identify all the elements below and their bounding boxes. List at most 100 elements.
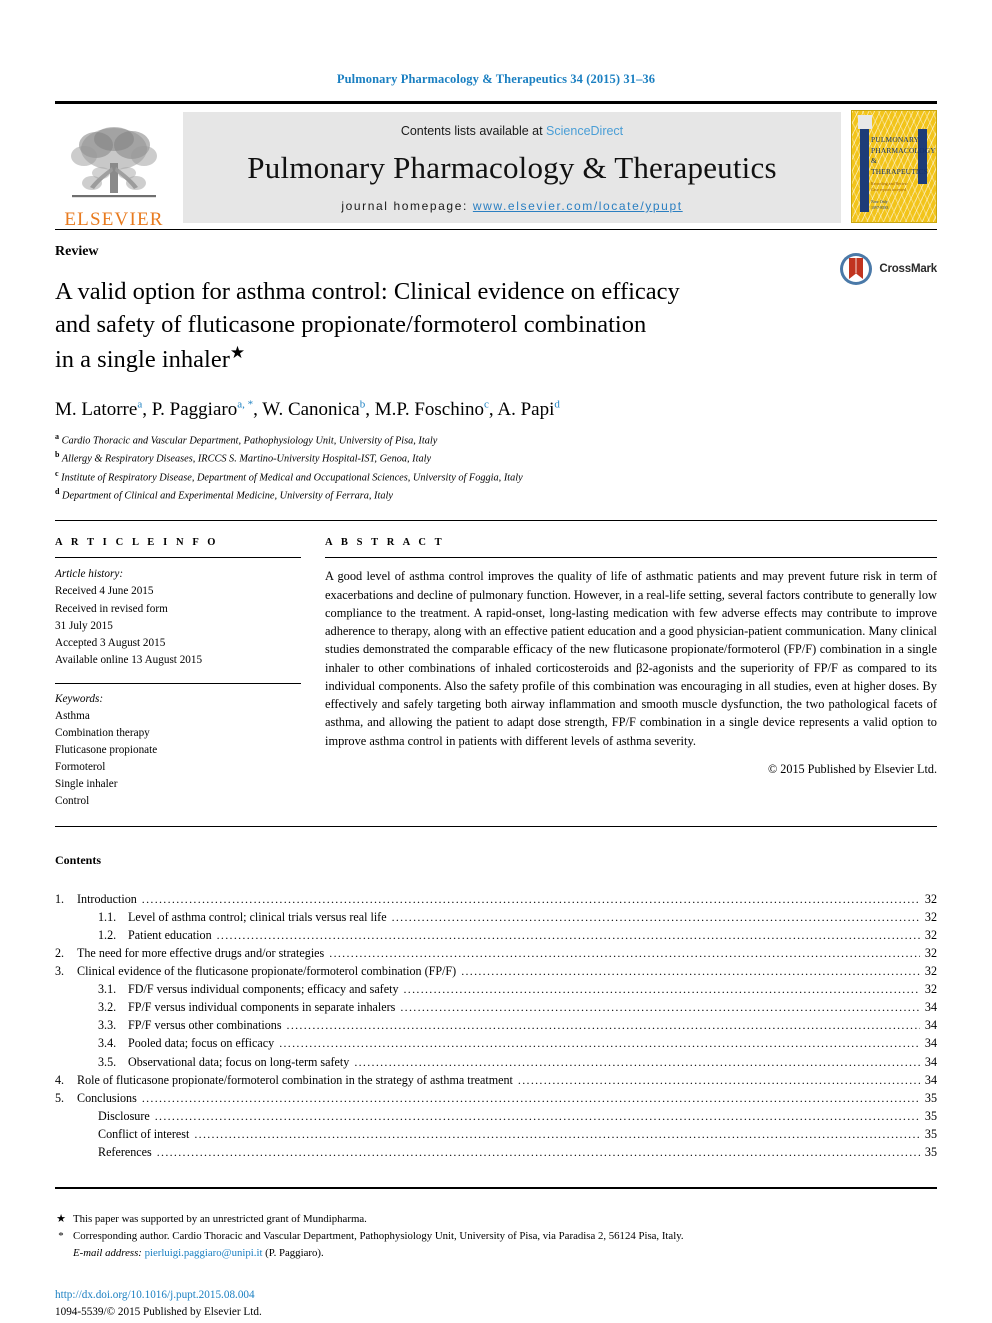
toc-number: 4. <box>55 1072 65 1087</box>
footnote-asterisk-mark: * <box>58 1229 64 1242</box>
author-affil-mark[interactable]: d <box>554 399 560 411</box>
toc-label: Conclusions <box>77 1090 137 1105</box>
toc-label: Conflict of interest <box>98 1126 190 1141</box>
affiliation-mark: b <box>55 450 60 460</box>
footnote-corresponding-author: * Corresponding author. Cardio Thoracic … <box>55 1228 937 1245</box>
toc-entry[interactable]: 1. Introduction ........................… <box>55 890 937 908</box>
page-title: A valid option for asthma control: Clini… <box>55 276 795 377</box>
toc-entry[interactable]: 1.2. Patient education .................… <box>55 926 937 944</box>
toc-entry[interactable]: 3.2. FP/F versus individual components i… <box>55 998 937 1016</box>
toc-leader-dots: ........................................… <box>403 983 921 996</box>
email-link[interactable]: pierluigi.paggiaro@unipi.it <box>145 1247 263 1259</box>
author-item: P. Paggiaroa, *, <box>152 399 263 420</box>
toc-number: 3. <box>55 964 65 979</box>
journal-homepage-line: journal homepage: www.elsevier.com/locat… <box>341 199 682 213</box>
journal-masthead: ELSEVIER Contents lists available at Sci… <box>55 101 937 229</box>
title-footnote-star: ★ <box>229 342 246 362</box>
article-info-column: A R T I C L E I N F O Article history: R… <box>55 537 301 809</box>
author-affil-mark[interactable]: a, * <box>237 399 253 411</box>
toc-number: 2. <box>55 945 65 960</box>
toc-page-number: 32 <box>924 909 937 924</box>
keyword-item: Control <box>55 794 90 807</box>
article-type-label: Review <box>55 244 99 259</box>
cover-title-line1: PULMONARY <box>871 135 920 144</box>
toc-entry[interactable]: 3.3. FP/F versus other combinations ....… <box>55 1016 937 1034</box>
title-line-3: in a single inhaler <box>55 345 230 373</box>
toc-entry[interactable]: 2. The need for more effective drugs and… <box>55 944 937 962</box>
keyword-item: Formoterol <box>55 760 106 773</box>
toc-entry[interactable]: 3. Clinical evidence of the fluticasone … <box>55 962 937 980</box>
affiliation-mark: a <box>55 431 59 441</box>
toc-entry[interactable]: 1.1. Level of asthma control; clinical t… <box>55 908 937 926</box>
toc-page-number: 34 <box>924 1018 937 1033</box>
toc-entry[interactable]: Disclosure .............................… <box>55 1107 937 1125</box>
journal-title: Pulmonary Pharmacology & Therapeutics <box>247 150 777 186</box>
sciencedirect-link[interactable]: ScienceDirect <box>546 124 623 138</box>
toc-page-number: 35 <box>924 1144 937 1159</box>
toc-page-number: 35 <box>924 1090 937 1105</box>
crossmark-icon <box>840 253 873 285</box>
affiliation-list: a Cardio Thoracic and Vascular Departmen… <box>55 431 937 505</box>
elsevier-wordmark: ELSEVIER <box>64 209 164 230</box>
abstract-column: A B S T R A C T A good level of asthma c… <box>325 537 937 809</box>
keyword-item: Combination therapy <box>55 726 150 739</box>
keywords-label: Keywords: <box>55 692 104 705</box>
toc-leader-dots: ........................................… <box>194 1127 920 1140</box>
toc-label: Level of asthma control; clinical trials… <box>128 909 387 924</box>
cover-sub-line4: 1097-8583 <box>871 205 889 211</box>
footnote-corresponding-text: Corresponding author. Cardio Thoracic an… <box>73 1229 684 1242</box>
title-line-2: and safety of fluticasone propionate/for… <box>55 310 647 338</box>
cover-subtext: Recording and Review Case reports accept… <box>871 181 917 194</box>
journal-homepage-link[interactable]: www.elsevier.com/locate/ypupt <box>473 199 683 213</box>
table-of-contents: 1. Introduction ........................… <box>55 890 937 1161</box>
toc-leader-dots: ........................................… <box>141 1091 920 1104</box>
paper-page: Pulmonary Pharmacology & Therapeutics 34… <box>0 0 992 1323</box>
toc-number: 3.4. <box>98 1036 117 1051</box>
toc-number: 5. <box>55 1090 65 1105</box>
toc-entry[interactable]: 3.5. Observational data; focus on long-t… <box>55 1053 937 1071</box>
contents-heading: Contents <box>55 852 102 867</box>
toc-page-number: 32 <box>924 945 937 960</box>
keyword-item: Single inhaler <box>55 777 118 790</box>
info-abstract-section: A R T I C L E I N F O Article history: R… <box>55 537 937 809</box>
toc-page-number: 32 <box>924 982 937 997</box>
toc-number: 3.2. <box>98 1000 117 1015</box>
cover-sub-line2: Case reports accepted <box>871 187 906 193</box>
doi-link[interactable]: http://dx.doi.org/10.1016/j.pupt.2015.08… <box>55 1289 255 1301</box>
footer-block: http://dx.doi.org/10.1016/j.pupt.2015.08… <box>55 1287 937 1321</box>
toc-entry[interactable]: Conflict of interest ...................… <box>55 1125 937 1143</box>
footnotes-block: ★ This paper was supported by an unrestr… <box>55 1211 937 1261</box>
email-label: E-mail address: <box>73 1246 142 1259</box>
author-sep: , <box>142 398 152 420</box>
toc-page-number: 34 <box>924 1036 937 1051</box>
toc-entry[interactable]: 3.1. FD/F versus individual components; … <box>55 980 937 998</box>
keyword-item: Asthma <box>55 709 90 722</box>
article-history-item: Available online 13 August 2015 <box>55 653 203 666</box>
toc-label: Role of fluticasone propionate/formotero… <box>77 1072 513 1087</box>
toc-entry[interactable]: References .............................… <box>55 1143 937 1161</box>
cover-title: PULMONARY PHARMACOLOGY & THERAPEUTICS <box>871 135 936 178</box>
cover-elsevier-mark <box>858 115 872 129</box>
cover-title-line3: & THERAPEUTICS <box>871 156 929 177</box>
toc-leader-dots: ........................................… <box>279 1037 920 1050</box>
article-history: Article history: Received 4 June 2015 Re… <box>55 566 301 668</box>
author-name: M. Latorre <box>55 398 138 420</box>
author-name: P. Paggiaro <box>151 398 238 420</box>
toc-leader-dots: ........................................… <box>354 1055 920 1068</box>
toc-entry[interactable]: 4. Role of fluticasone propionate/formot… <box>55 1071 937 1089</box>
affiliation-item: c Institute of Respiratory Disease, Depa… <box>55 468 937 486</box>
abstract-heading: A B S T R A C T <box>325 537 445 549</box>
title-bottom-rule <box>55 520 937 522</box>
toc-entry[interactable]: 3.4. Pooled data; focus on efficacy ....… <box>55 1034 937 1052</box>
keywords-rule <box>55 682 301 684</box>
toc-label: Disclosure <box>98 1108 150 1123</box>
article-history-label: Article history: <box>55 568 124 581</box>
keyword-item: Fluticasone propionate <box>55 743 158 756</box>
toc-entry[interactable]: 5. Conclusions .........................… <box>55 1089 937 1107</box>
crossmark-badge[interactable]: CrossMark <box>839 252 937 286</box>
toc-number: 3.1. <box>98 982 117 997</box>
author-name: M.P. Foschino <box>374 398 484 420</box>
toc-page-number: 34 <box>924 1000 937 1015</box>
contents-available-line: Contents lists available at ScienceDirec… <box>401 124 623 138</box>
author-name: A. Papi <box>497 398 555 420</box>
